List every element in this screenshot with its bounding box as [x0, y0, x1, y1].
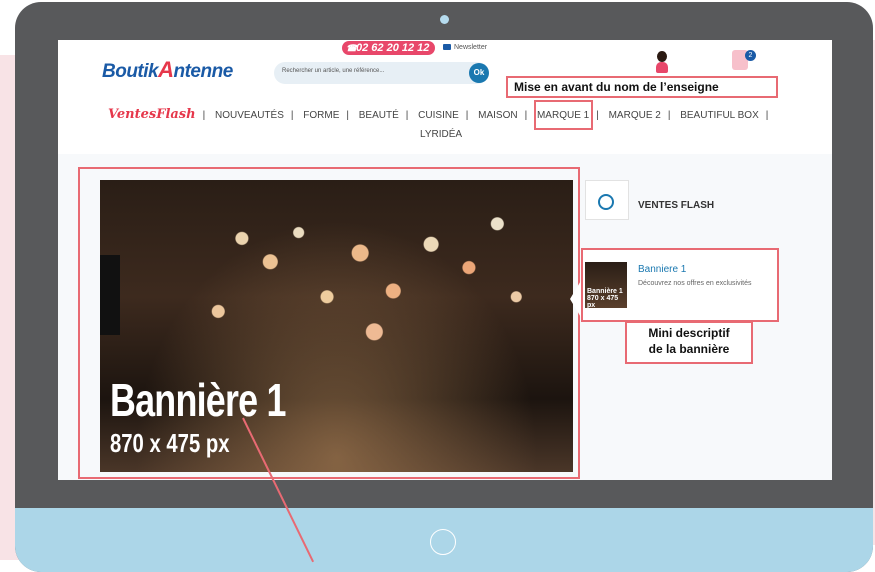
- phone-icon: ☎: [346, 43, 358, 53]
- nav-item-beaute[interactable]: BEAUTÉ: [359, 110, 399, 121]
- banner-1-title[interactable]: Banniere 1: [638, 264, 686, 275]
- hero-banner[interactable]: Bannière 1 870 x 475 px: [100, 180, 573, 472]
- logo-text-1: Boutik: [102, 61, 159, 82]
- tablet-screen: BoutikAntenne ☎ 02 62 20 12 12 Newslette…: [58, 40, 832, 480]
- banner-1-description: Découvrez nos offres en exclusivités: [638, 280, 752, 287]
- search-placeholder: Rechercher un article, une référence...: [282, 68, 385, 74]
- nav-item-beautiful-box[interactable]: BEAUTIFUL BOX: [680, 110, 759, 121]
- site-logo[interactable]: BoutikAntenne: [102, 57, 233, 83]
- newsletter-link[interactable]: Newsletter: [443, 44, 487, 51]
- banner-size: 870 x 475 px: [110, 428, 230, 458]
- search-button[interactable]: Ok: [469, 63, 489, 83]
- logo-text-2: ntenne: [173, 61, 234, 82]
- site-header: BoutikAntenne ☎ 02 62 20 12 12 Newslette…: [58, 40, 832, 102]
- nav-row: VentesFlash | NOUVEAUTÉS | FORME | BEAUTÉ | …: [108, 107, 769, 122]
- phone-badge[interactable]: ☎ 02 62 20 12 12: [342, 41, 436, 55]
- callout-banner-description: Mini descriptif de la bannière: [625, 321, 753, 364]
- account-icon[interactable]: [656, 51, 668, 73]
- clock-icon: [598, 194, 614, 210]
- thumb-caption: Bannière 1 870 x 475 px: [587, 288, 623, 309]
- nav-item-cuisine[interactable]: CUISINE: [418, 110, 459, 121]
- nav-item-maison[interactable]: MAISON: [478, 110, 517, 121]
- banner-title: Bannière 1: [110, 374, 286, 426]
- ventes-flash-label[interactable]: VENTES FLASH: [638, 200, 714, 211]
- callout-line-2: de la bannière: [648, 342, 730, 356]
- callout-store-name: Mise en avant du nom de l’enseigne: [506, 76, 778, 98]
- phone-number: 02 62 20 12 12: [356, 42, 430, 54]
- envelope-icon: [443, 44, 451, 51]
- nav-item-forme[interactable]: FORME: [303, 110, 339, 121]
- banner-shadow: [100, 255, 120, 335]
- search-input[interactable]: Rechercher un article, une référence...: [274, 62, 488, 84]
- ventes-flash-thumbnail[interactable]: [585, 180, 629, 220]
- nav-item-marque-2[interactable]: MARQUE 2: [609, 110, 661, 121]
- banner-1-thumbnail: Bannière 1 870 x 475 px: [585, 262, 627, 309]
- nav-item-nouveautes[interactable]: NOUVEAUTÉS: [215, 110, 284, 121]
- callout-line-1: Mini descriptif: [648, 326, 730, 340]
- nav-item-lyridea[interactable]: LYRIDÉA: [420, 129, 462, 140]
- camera-icon: [440, 15, 449, 24]
- callout-marque-highlight: [534, 100, 593, 130]
- newsletter-label: Newsletter: [454, 44, 488, 51]
- nav-item-ventes-flash[interactable]: VentesFlash: [108, 107, 196, 122]
- main-navigation: VentesFlash | NOUVEAUTÉS | FORME | BEAUTÉ | …: [58, 102, 832, 156]
- cart-count-badge: 2: [745, 50, 756, 61]
- home-button[interactable]: [430, 529, 456, 555]
- logo-star-letter: A: [158, 57, 174, 82]
